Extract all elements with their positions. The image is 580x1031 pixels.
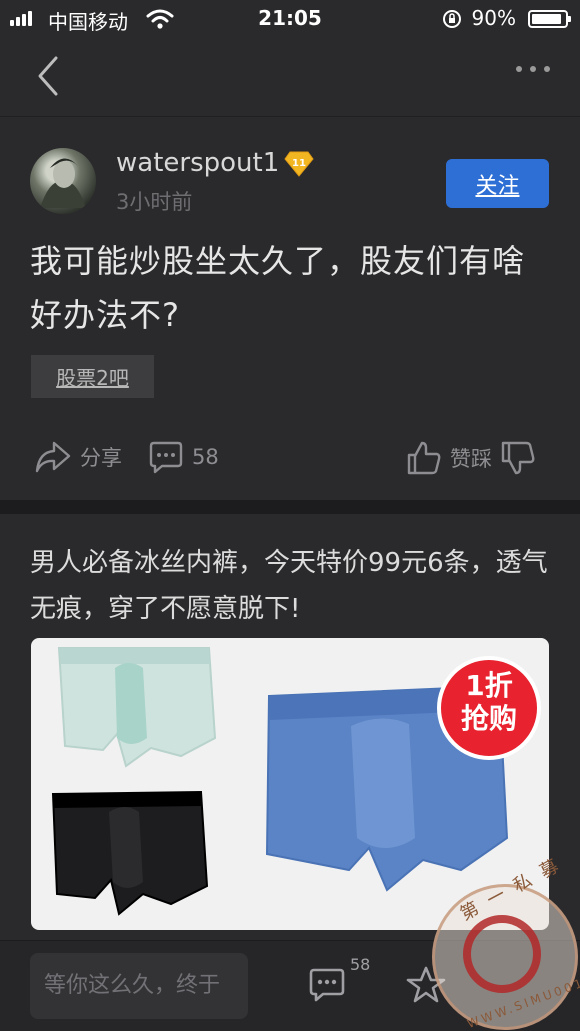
ad-text[interactable]: 男人必备冰丝内裤，今天特价99元6条，透气无痕，穿了不愿意脱下! <box>30 540 555 632</box>
bottom-comment-count: 58 <box>350 955 371 974</box>
section-divider <box>0 500 580 514</box>
forum-tag[interactable]: 股票2吧 <box>31 355 154 398</box>
vote-label: 赞踩 <box>450 447 492 471</box>
share-icon <box>35 441 71 473</box>
more-options-button[interactable] <box>516 66 550 72</box>
watermark-seal: 第一私募 WWW.SIMU001.CN <box>432 850 580 1031</box>
share-button[interactable]: 分享 <box>34 440 122 474</box>
level-badge-icon: 11 <box>284 151 314 177</box>
ad-image[interactable]: 1折 抢购 <box>31 638 549 930</box>
post-title: 我可能炒股坐太久了，股友们有啥好办法不? <box>30 242 526 334</box>
thumbs-up-icon[interactable] <box>406 440 442 476</box>
back-arrow-icon[interactable] <box>28 54 68 98</box>
post-time: 3小时前 <box>116 190 193 214</box>
rotation-lock-icon <box>443 10 461 28</box>
username[interactable]: waterspout1 <box>116 148 279 178</box>
avatar[interactable] <box>30 148 96 214</box>
level-number: 11 <box>292 158 306 169</box>
status-bar: 中国移动 21:05 90% <box>0 0 580 38</box>
vote-buttons: 赞踩 <box>406 440 536 476</box>
battery-icon <box>528 10 571 28</box>
sale-badge-line1: 1折 <box>465 669 513 702</box>
sale-badge: 1折 抢购 <box>437 656 541 760</box>
watermark-logo <box>463 915 541 993</box>
comment-count: 58 <box>192 445 219 469</box>
battery-percent: 90% <box>471 6 516 30</box>
share-label: 分享 <box>80 446 122 470</box>
reply-input[interactable]: 等你这么久，终于 <box>30 953 248 1019</box>
nav-divider <box>0 116 580 117</box>
follow-button[interactable]: 关注 <box>446 159 549 208</box>
sale-badge-line2: 抢购 <box>460 702 517 735</box>
thumbs-down-icon[interactable] <box>500 440 536 476</box>
comment-button[interactable]: 58 <box>148 440 219 474</box>
comment-icon[interactable] <box>308 967 346 1003</box>
comment-icon <box>149 441 183 474</box>
